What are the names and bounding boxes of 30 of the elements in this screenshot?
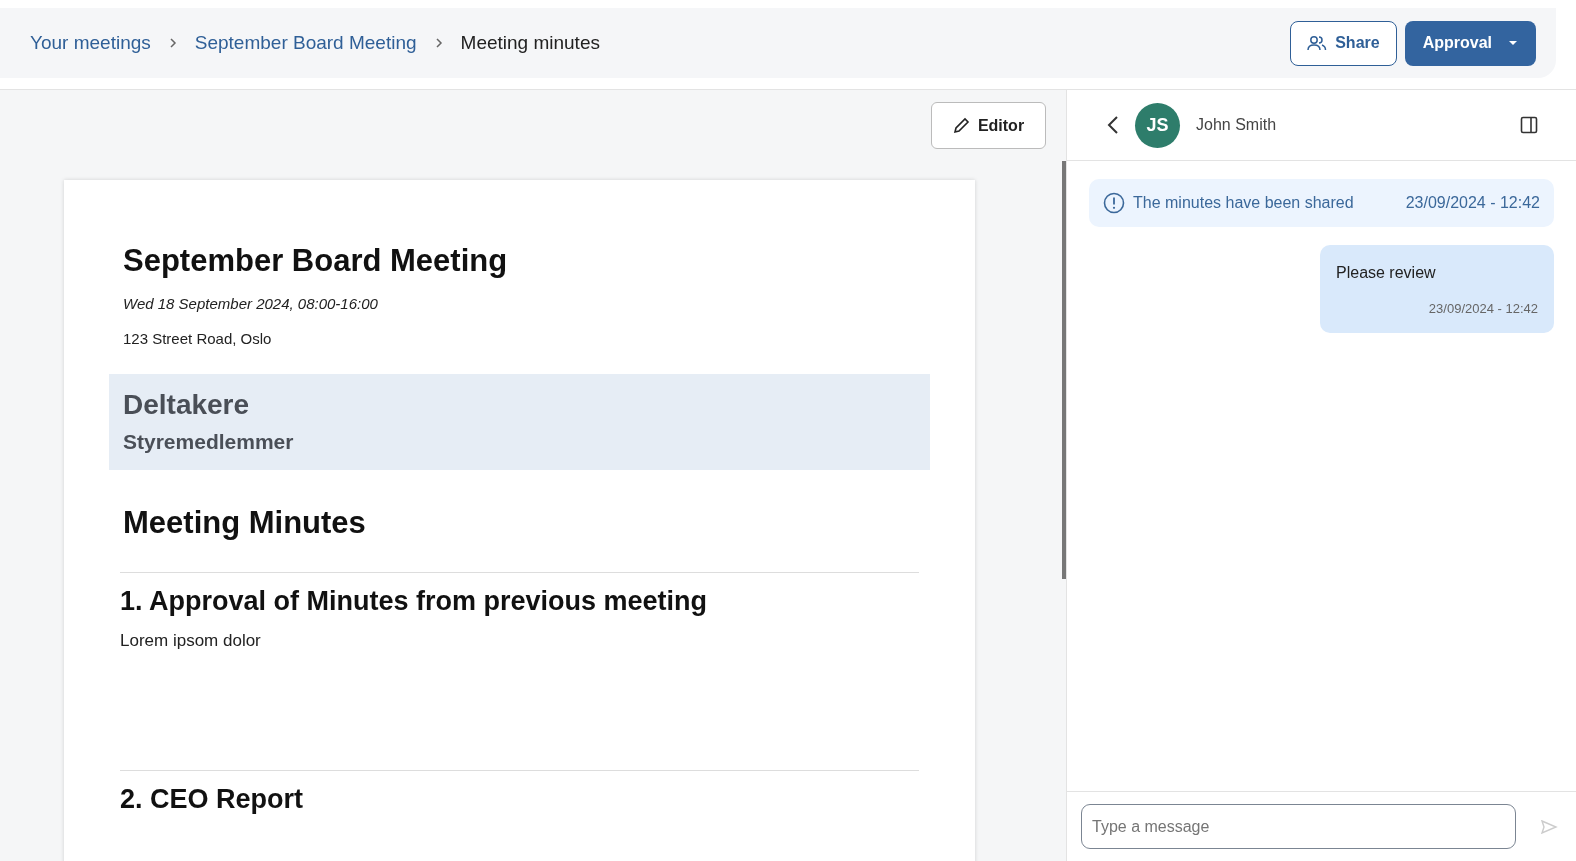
- editor-button[interactable]: Editor: [931, 102, 1046, 149]
- side-panel-icon[interactable]: [1520, 116, 1538, 134]
- agenda-item-text: Lorem ipsom dolor: [120, 629, 262, 652]
- share-button[interactable]: Share: [1290, 20, 1397, 66]
- participant-group: Styremedlemmer: [123, 426, 916, 458]
- caret-icon: [1508, 40, 1518, 46]
- approval-dropdown-button[interactable]: Approval: [1404, 20, 1536, 66]
- people-icon: [1307, 35, 1328, 51]
- participants-heading: Deltakere: [123, 388, 251, 423]
- pencil-icon: [952, 117, 970, 134]
- document-title: September Board Meeting: [123, 242, 509, 280]
- chevron-right-icon: [434, 37, 443, 49]
- message-time: 23/09/2024 - 12:42: [1427, 300, 1538, 318]
- agenda-item-title: 2. CEO Report: [120, 783, 305, 817]
- chevron-right-icon: [168, 37, 177, 49]
- breadcrumb-link[interactable]: Your meetings: [30, 28, 151, 58]
- breadcrumb-link[interactable]: September Board Meeting: [194, 28, 417, 58]
- meeting-date: Wed 18 September 2024, 08:00-16:00: [123, 294, 379, 315]
- info-icon: [1103, 192, 1125, 214]
- contact-name: John Smith: [1196, 115, 1277, 135]
- message-input[interactable]: Type a message: [1081, 804, 1516, 849]
- message-text: Please review: [1336, 263, 1437, 283]
- meeting-address: 123 Street Road, Oslo: [123, 328, 273, 349]
- scrollbar[interactable]: [1062, 161, 1066, 579]
- avatar: JS: [1135, 102, 1180, 148]
- minutes-heading: Meeting Minutes: [123, 503, 367, 542]
- agenda-item-title: 1. Approval of Minutes from previous meeting: [120, 585, 709, 619]
- notice-time: 23/09/2024 - 12:42: [1405, 193, 1540, 213]
- notice-text: The minutes have been shared: [1133, 193, 1354, 213]
- current-page-title: Meeting minutes: [460, 30, 600, 55]
